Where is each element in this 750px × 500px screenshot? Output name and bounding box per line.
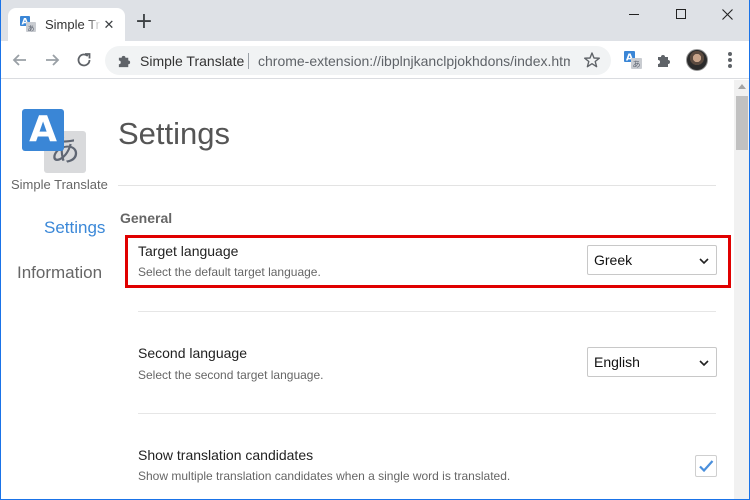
chevron-down-icon xyxy=(699,258,709,265)
select-value: Greek xyxy=(594,252,633,268)
omnibox-divider xyxy=(248,53,249,69)
sidebar-item-information[interactable]: Information xyxy=(17,263,102,283)
address-bar[interactable]: Simple Translate chrome-extension://ibpl… xyxy=(105,46,611,75)
close-window-button[interactable] xyxy=(704,0,750,29)
minimize-button[interactable] xyxy=(611,0,657,29)
omnibox-extension-name: Simple Translate xyxy=(140,53,245,69)
omnibox-url[interactable]: chrome-extension://ibplnjkanclpjokhdons/… xyxy=(258,53,570,69)
menu-icon[interactable] xyxy=(722,51,738,69)
new-tab-button[interactable]: + xyxy=(133,11,155,34)
maximize-button[interactable] xyxy=(658,0,704,29)
page-title: Settings xyxy=(118,116,231,151)
translate-icon: A あ xyxy=(20,16,36,32)
setting-desc-second-language: Select the second target language. xyxy=(138,368,324,382)
chevron-down-icon xyxy=(699,360,709,367)
browser-toolbar: Simple Translate chrome-extension://ibpl… xyxy=(0,41,750,79)
second-language-select[interactable]: English xyxy=(587,347,717,377)
divider xyxy=(138,311,716,312)
scroll-up-arrow-icon[interactable] xyxy=(738,84,746,89)
puzzle-icon xyxy=(118,55,131,68)
star-icon[interactable] xyxy=(583,51,601,69)
divider xyxy=(138,413,716,414)
translate-icon[interactable]: A あ xyxy=(624,51,642,69)
extension-page: あ A Simple Translate Settings Informatio… xyxy=(0,80,734,500)
back-icon[interactable] xyxy=(10,50,30,70)
tab-title: Simple Translate xyxy=(45,17,101,32)
logo-latin-tile: A xyxy=(22,109,64,151)
scrollbar[interactable] xyxy=(734,80,750,500)
setting-desc-translation-candidates: Show multiple translation candidates whe… xyxy=(138,469,511,483)
setting-desc-target-language: Select the default target language. xyxy=(138,265,321,279)
app-name: Simple Translate xyxy=(11,177,108,192)
tab-simple-translate[interactable]: A あ Simple Translate ✕ xyxy=(8,8,125,41)
svg-text:あ: あ xyxy=(633,60,641,69)
setting-label-second-language: Second language xyxy=(138,345,247,361)
maximize-icon xyxy=(676,9,686,19)
section-title-general: General xyxy=(120,210,173,226)
close-icon[interactable]: ✕ xyxy=(101,17,117,33)
target-language-select[interactable]: Greek xyxy=(587,245,717,275)
setting-label-translation-candidates: Show translation candidates xyxy=(138,447,314,463)
setting-label-target-language: Target language xyxy=(138,243,239,259)
puzzle-icon[interactable] xyxy=(656,52,672,68)
scrollbar-thumb[interactable] xyxy=(736,96,748,150)
divider xyxy=(118,185,716,186)
svg-text:あ: あ xyxy=(28,25,35,33)
select-value: English xyxy=(594,354,640,370)
reload-icon[interactable] xyxy=(74,50,94,70)
checkmark-icon xyxy=(699,460,714,473)
translation-candidates-checkbox[interactable] xyxy=(695,455,717,477)
close-icon xyxy=(722,9,733,20)
sidebar-item-settings[interactable]: Settings xyxy=(44,218,105,238)
forward-icon[interactable] xyxy=(42,50,62,70)
minimize-icon xyxy=(629,14,639,15)
tab-strip: A あ Simple Translate ✕ + xyxy=(0,0,750,41)
app-logo: あ A xyxy=(22,109,88,173)
avatar[interactable] xyxy=(686,49,708,71)
